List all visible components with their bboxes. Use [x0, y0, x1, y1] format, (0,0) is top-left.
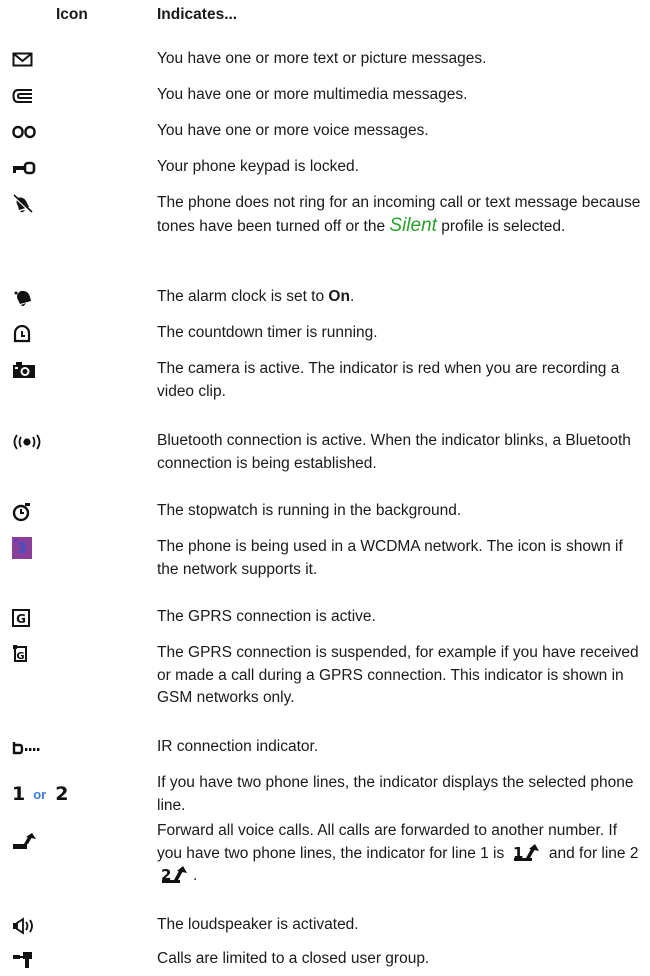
- loudspeaker-icon: [12, 914, 36, 938]
- row-description: The GPRS connection is active.: [157, 608, 376, 625]
- row-description: Forward all voice calls. All calls are f…: [157, 822, 639, 884]
- gprs-suspended-icon: G: [12, 642, 30, 666]
- row-description: The alarm clock is set to On.: [157, 288, 355, 305]
- wcdma-network-icon: 3: [12, 536, 32, 560]
- closed-user-group-icon: [12, 948, 34, 972]
- row-description: The phone is being used in a WCDMA netwo…: [157, 538, 623, 578]
- silent-bell-icon: [12, 192, 34, 216]
- svg-text:3: 3: [17, 541, 27, 557]
- table-header: Icon Indicates...: [0, 4, 650, 30]
- row-description: Calls are limited to a closed user group…: [157, 950, 430, 967]
- row-description: If you have two phone lines, the indicat…: [157, 774, 634, 814]
- camera-icon: [12, 358, 36, 382]
- voicemail-icon: [12, 120, 36, 144]
- silent-profile-name: Silent: [389, 214, 437, 236]
- svg-text:G: G: [16, 612, 26, 626]
- row-description: You have one or more voice messages.: [157, 122, 429, 139]
- line-2-icon: 2: [55, 783, 69, 805]
- row-description: The stopwatch is running in the backgrou…: [157, 502, 462, 519]
- row-description: The camera is active. The indicator is r…: [157, 360, 620, 400]
- phone-line-icons: 1 or 2: [12, 782, 68, 806]
- header-icon-column: Icon: [56, 6, 88, 23]
- row-description: You have one or more text or picture mes…: [157, 50, 487, 67]
- stopwatch-icon: [12, 500, 32, 524]
- bluetooth-icon: [12, 430, 42, 454]
- row-description: IR connection indicator.: [157, 738, 319, 755]
- call-forward-icon: [12, 830, 38, 854]
- line-2-forward-icon: 2: [161, 866, 187, 883]
- multimedia-message-icon: [12, 84, 34, 108]
- row-description: The loudspeaker is activated.: [157, 916, 359, 933]
- or-separator: or: [33, 786, 47, 802]
- row-description: The countdown timer is running.: [157, 324, 378, 341]
- svg-text:G: G: [16, 651, 24, 662]
- ir-connection-icon: [12, 736, 44, 760]
- row-description: The GPRS connection is suspended, for ex…: [157, 644, 639, 706]
- row-description: Your phone keypad is locked.: [157, 158, 359, 175]
- line-1-icon: 1: [12, 783, 26, 805]
- row-description: Bluetooth connection is active. When the…: [157, 432, 631, 472]
- row-description: You have one or more multimedia messages…: [157, 86, 468, 103]
- envelope-icon: [12, 48, 34, 72]
- alarm-bell-icon: [12, 286, 34, 310]
- row-description: The phone does not ring for an incoming …: [157, 194, 641, 236]
- countdown-timer-icon: [12, 322, 32, 346]
- keypad-lock-icon: [12, 156, 36, 180]
- line-1-forward-icon: 1: [513, 843, 539, 861]
- header-indicates-column: Indicates...: [157, 6, 238, 23]
- gprs-active-icon: G: [12, 606, 30, 630]
